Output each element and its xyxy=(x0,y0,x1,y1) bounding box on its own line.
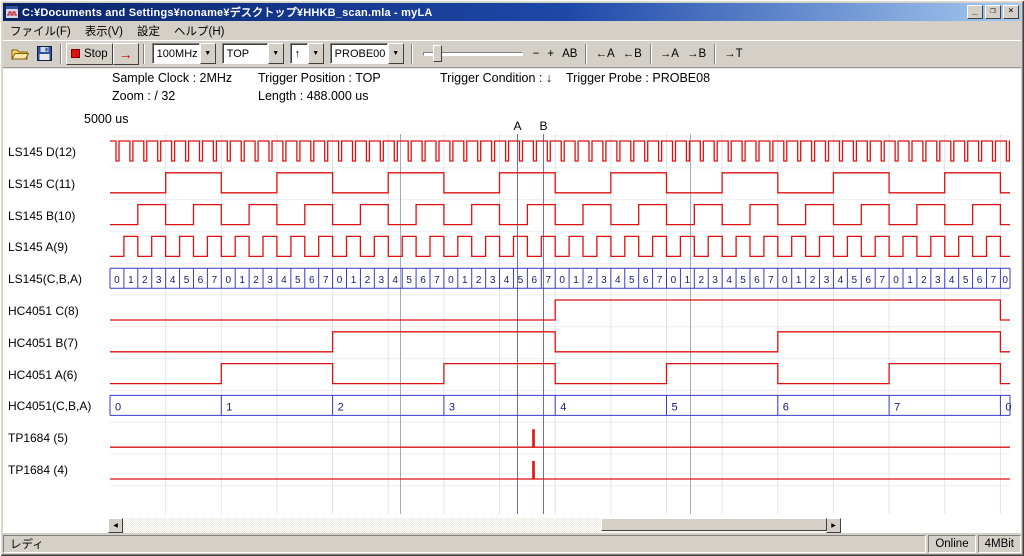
channel-label[interactable]: LS145 A(9) xyxy=(8,239,68,255)
status-message: レディ xyxy=(3,535,926,553)
channel-label[interactable]: LS145 D(12) xyxy=(8,144,76,160)
goto-trigger-button[interactable]: →T xyxy=(720,43,747,65)
chevron-down-icon[interactable]: ▼ xyxy=(200,43,216,64)
toolbar-separator xyxy=(411,44,413,64)
maximize-button[interactable]: ❐ xyxy=(985,5,1001,19)
status-online-badge: Online xyxy=(928,535,975,553)
run-button[interactable]: → xyxy=(113,43,139,65)
scroll-left-button[interactable]: ◀ xyxy=(108,518,123,533)
goto-marker-a-button[interactable]: ←A xyxy=(591,43,618,65)
scroll-right-button[interactable]: ▶ xyxy=(826,518,841,533)
close-button[interactable]: × xyxy=(1003,5,1019,19)
app-window: C:¥Documents and Settings¥noname¥デスクトップ¥… xyxy=(0,0,1024,556)
chevron-down-icon[interactable]: ▼ xyxy=(388,43,404,64)
trigger-probe-select[interactable]: PROBE00 ▼ xyxy=(330,43,404,64)
channel-label[interactable]: TP1684 (4) xyxy=(8,462,68,478)
minimize-button[interactable]: _ xyxy=(967,5,983,19)
save-button[interactable] xyxy=(33,43,56,65)
chevron-down-icon[interactable]: ▼ xyxy=(308,43,324,64)
toolbar-separator xyxy=(60,44,62,64)
zoom-in-button[interactable]: + xyxy=(543,43,558,65)
menu-settings[interactable]: 設定 xyxy=(130,21,167,41)
titlebar: C:¥Documents and Settings¥noname¥デスクトップ¥… xyxy=(3,3,1021,21)
statusbar: レディ Online 4MBit xyxy=(3,533,1021,553)
chevron-down-icon[interactable]: ▼ xyxy=(268,43,284,64)
channel-label[interactable]: LS145 B(10) xyxy=(8,208,75,224)
toolbar-separator xyxy=(585,44,587,64)
toolbar: Stop → 100MHz ▼ TOP ▼ ↑ ▼ PROBE00 ▼ − + … xyxy=(3,40,1021,68)
trigger-edge-value: ↑ xyxy=(290,43,308,64)
trigger-position-value: TOP xyxy=(222,43,268,64)
menu-file[interactable]: ファイル(F) xyxy=(3,21,78,41)
sample-clock-select[interactable]: 100MHz ▼ xyxy=(152,43,216,64)
scrollbar-thumb[interactable] xyxy=(601,518,827,531)
stop-label: Stop xyxy=(84,48,108,60)
open-folder-icon xyxy=(11,46,29,61)
channel-label[interactable]: LS145 C(11) xyxy=(8,176,75,192)
trigger-edge-select[interactable]: ↑ ▼ xyxy=(290,43,324,64)
run-arrow-icon: → xyxy=(119,47,133,61)
channel-label[interactable]: HC4051 C(8) xyxy=(8,303,79,319)
channel-label[interactable]: LS145(C,B,A) xyxy=(8,271,82,287)
menubar: ファイル(F) 表示(V) 設定 ヘルプ(H) xyxy=(3,21,1021,40)
ab-span-button[interactable]: AB xyxy=(558,43,581,65)
floppy-disk-icon xyxy=(37,46,52,61)
app-icon xyxy=(5,5,19,19)
sample-clock-value: 100MHz xyxy=(152,43,200,64)
channel-label[interactable]: HC4051(C,B,A) xyxy=(8,398,91,414)
horizontal-scrollbar[interactable]: ◀ ▶ xyxy=(108,518,841,533)
zoom-slider[interactable] xyxy=(421,43,525,65)
move-marker-a-button[interactable]: →A xyxy=(656,43,683,65)
scrollbar-track[interactable] xyxy=(123,518,826,533)
waveform-pane xyxy=(3,68,1021,533)
goto-marker-b-button[interactable]: ←B xyxy=(619,43,646,65)
trigger-position-select[interactable]: TOP ▼ xyxy=(222,43,284,64)
move-marker-b-button[interactable]: →B xyxy=(683,43,710,65)
zoom-slider-thumb[interactable] xyxy=(433,45,442,62)
toolbar-separator xyxy=(714,44,716,64)
menu-view[interactable]: 表示(V) xyxy=(78,21,130,41)
zoom-out-button[interactable]: − xyxy=(529,43,544,65)
channel-label[interactable]: HC4051 A(6) xyxy=(8,367,77,383)
trigger-probe-value: PROBE00 xyxy=(330,43,388,64)
toolbar-separator xyxy=(650,44,652,64)
channel-label[interactable]: TP1684 (5) xyxy=(8,430,68,446)
stop-button[interactable]: Stop xyxy=(66,43,113,65)
window-title: C:¥Documents and Settings¥noname¥デスクトップ¥… xyxy=(22,4,965,20)
menu-help[interactable]: ヘルプ(H) xyxy=(167,21,231,41)
status-memory-badge: 4MBit xyxy=(978,535,1021,553)
toolbar-separator xyxy=(143,44,145,64)
channel-label[interactable]: HC4051 B(7) xyxy=(8,335,78,351)
stop-icon xyxy=(71,49,80,58)
open-file-button[interactable] xyxy=(7,43,33,65)
